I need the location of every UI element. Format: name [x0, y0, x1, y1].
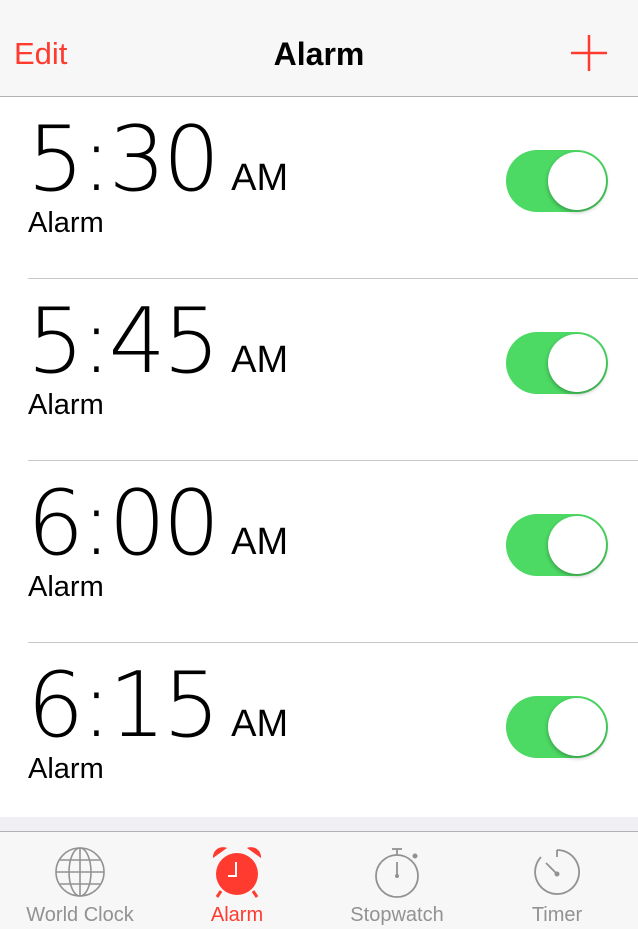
alarm-list: 5:30 AM Alarm 5:45 AM Alarm 6:00 AM Alarm 6… — [0, 97, 638, 825]
alarm-row[interactable]: 6:15 AM Alarm — [0, 643, 638, 825]
toggle-knob — [548, 152, 606, 210]
alarm-label: Alarm — [28, 207, 104, 239]
alarm-ampm: AM — [231, 157, 289, 199]
alarm-clock-icon — [212, 847, 262, 898]
alarm-time-group: 6:15 AM — [27, 661, 288, 751]
globe-icon — [55, 847, 105, 897]
alarm-time-group: 6:00 AM — [27, 479, 288, 569]
alarm-label: Alarm — [28, 753, 104, 785]
alarm-time-group: 5:30 AM — [27, 115, 288, 205]
alarm-time: 6:15 — [27, 653, 220, 758]
toggle-knob — [548, 334, 606, 392]
toggle-knob — [548, 516, 606, 574]
timer-icon — [534, 849, 580, 895]
toggle-knob — [548, 698, 606, 756]
tab-timer[interactable]: Timer — [477, 832, 637, 930]
alarm-ampm: AM — [231, 703, 289, 745]
alarm-toggle[interactable] — [506, 150, 608, 212]
alarm-row[interactable]: 5:30 AM Alarm — [0, 97, 638, 279]
tab-bar: World Clock Alarm Stopwatch Timer — [0, 831, 638, 929]
alarm-time-group: 5:45 AM — [27, 297, 288, 387]
tab-alarm[interactable]: Alarm — [157, 832, 317, 930]
tab-label: Timer — [531, 904, 583, 926]
add-alarm-button[interactable] — [569, 33, 609, 73]
alarm-toggle[interactable] — [506, 332, 608, 394]
list-footer-gap — [0, 817, 638, 831]
plus-icon — [571, 35, 607, 71]
alarm-time: 6:00 — [27, 471, 220, 576]
alarm-row[interactable]: 6:00 AM Alarm — [0, 461, 638, 643]
alarm-time: 5:30 — [27, 107, 220, 212]
alarm-time: 5:45 — [27, 289, 220, 394]
alarm-label: Alarm — [28, 571, 104, 603]
tab-world-clock[interactable]: World Clock — [0, 832, 160, 930]
navigation-bar: Edit Alarm — [0, 0, 638, 97]
tab-label: Alarm — [210, 904, 264, 926]
page-title: Alarm — [273, 36, 365, 72]
tab-label: Stopwatch — [350, 904, 444, 926]
alarm-label: Alarm — [28, 389, 104, 421]
tab-stopwatch[interactable]: Stopwatch — [317, 832, 477, 930]
alarm-ampm: AM — [231, 339, 289, 381]
alarm-ampm: AM — [231, 521, 289, 563]
alarm-toggle[interactable] — [506, 696, 608, 758]
alarm-row[interactable]: 5:45 AM Alarm — [0, 279, 638, 461]
stopwatch-icon — [375, 848, 419, 898]
tab-label: World Clock — [26, 904, 134, 926]
alarm-toggle[interactable] — [506, 514, 608, 576]
